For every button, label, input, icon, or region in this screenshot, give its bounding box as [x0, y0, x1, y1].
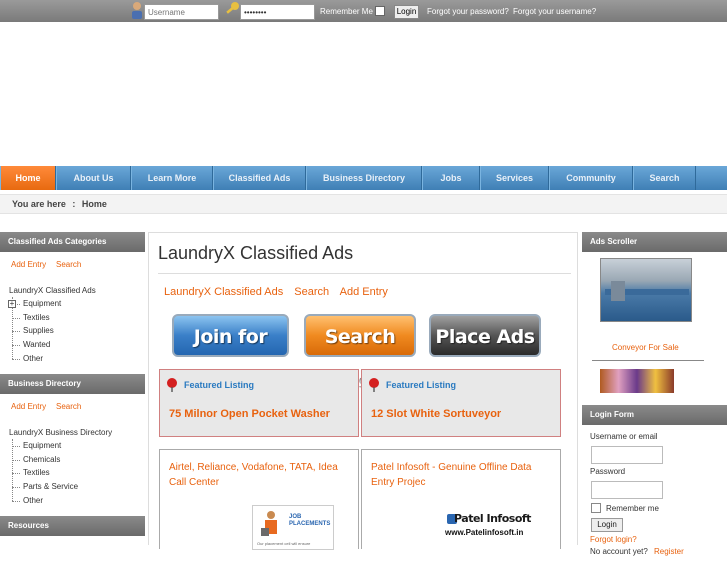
top-login-bar: Remember Me Login Forgot your password? …	[0, 0, 727, 22]
username-input[interactable]	[144, 4, 219, 20]
ad-logo-text: Patel Infosoft	[454, 512, 531, 525]
ad-logo-caption: Our placement cell will ensure	[257, 541, 311, 546]
page-title: LaundryX Classified Ads	[158, 243, 354, 263]
nav-services[interactable]: Services	[480, 166, 549, 190]
ad-card[interactable]: Airtel, Reliance, Vodafone, TATA, Idea C…	[159, 449, 359, 550]
main-links: LaundryX Classified Ads Search Add Entry	[164, 286, 396, 298]
business-directory-heading: Business Directory	[0, 374, 145, 394]
nav-home[interactable]: Home	[0, 166, 56, 190]
login-form-heading: Login Form	[582, 405, 727, 425]
expand-icon[interactable]: +	[8, 300, 16, 308]
forgot-username-link[interactable]: Forgot your username?	[513, 7, 596, 16]
tree-item-equipment[interactable]: + Equipment	[8, 297, 145, 311]
breadcrumb: You are here : Home	[0, 194, 727, 214]
register-link[interactable]: Register	[654, 547, 684, 556]
ad-card[interactable]: Patel Infosoft - Genuine Offline Data En…	[361, 449, 561, 549]
tree-item-wanted[interactable]: Wanted	[12, 338, 145, 352]
search-link[interactable]: Search	[294, 286, 329, 298]
scroller-caption[interactable]: Conveyor For Sale	[612, 343, 679, 352]
login-password-input[interactable]	[591, 481, 663, 499]
nav-search[interactable]: Search	[633, 166, 696, 190]
nav-classified-ads[interactable]: Classified Ads	[213, 166, 306, 190]
password-input[interactable]	[240, 4, 315, 20]
ads-scroller: Conveyor For Sale	[582, 252, 727, 393]
ad-title[interactable]: Patel Infosoft - Genuine Offline Data En…	[371, 460, 556, 490]
login-form: Username or email Password Remember me L…	[582, 425, 727, 575]
directory-add-entry-link[interactable]: Add Entry	[11, 402, 46, 411]
tree-item-textiles[interactable]: Textiles	[12, 311, 145, 325]
right-sidebar: Ads Scroller Conveyor For Sale Login For…	[582, 232, 727, 575]
featured-listing-card[interactable]: Featured Listing 12 Slot White Sortuveyo…	[361, 369, 561, 437]
directory-item-chemicals[interactable]: Chemicals	[12, 453, 145, 467]
password-label: Password	[590, 467, 626, 476]
tree-item-supplies[interactable]: Supplies	[12, 324, 145, 338]
main-nav: Home About Us Learn More Classified Ads …	[0, 166, 727, 190]
nav-jobs[interactable]: Jobs	[422, 166, 480, 190]
directory-tree: Equipment Chemicals Textiles Parts & Ser…	[0, 439, 145, 507]
scroller-divider	[592, 360, 704, 361]
sidebar-login-button[interactable]: Login	[591, 518, 623, 532]
login-button[interactable]: Login	[394, 5, 419, 19]
directory-item-other[interactable]: Other	[12, 494, 145, 508]
directory-item-textiles[interactable]: Textiles	[12, 466, 145, 480]
pushpin-icon	[369, 378, 379, 392]
directory-item-equipment[interactable]: Equipment	[12, 439, 145, 453]
worker-icon	[261, 511, 277, 536]
search-ads-button[interactable]: Search Ads	[304, 314, 416, 391]
forgot-login-link[interactable]: Forgot login?	[590, 535, 637, 544]
tree-item-other[interactable]: Other	[12, 352, 145, 366]
featured-title[interactable]: 75 Milnor Open Pocket Washer	[169, 408, 330, 420]
featured-listing-card[interactable]: Featured Listing 75 Milnor Open Pocket W…	[159, 369, 359, 437]
no-account-text: No account yet?	[590, 547, 648, 556]
add-entry-link[interactable]: Add Entry	[340, 286, 388, 298]
login-remember-checkbox[interactable]	[591, 503, 601, 513]
user-icon	[132, 2, 142, 19]
classified-add-entry-link[interactable]: Add Entry	[11, 260, 46, 269]
nav-business-directory[interactable]: Business Directory	[306, 166, 422, 190]
featured-listing-label: Featured Listing	[184, 380, 255, 390]
classified-tree-root[interactable]: LaundryX Classified Ads	[9, 286, 96, 295]
remember-me-checkbox[interactable]	[375, 6, 385, 16]
conveyor-image[interactable]	[600, 258, 692, 322]
breadcrumb-separator: :	[72, 199, 76, 209]
nav-about-us[interactable]: About Us	[56, 166, 131, 190]
join-for-free-button[interactable]: Join for Free	[172, 314, 289, 391]
breadcrumb-prefix: You are here	[12, 199, 66, 209]
remember-me-label: Remember Me	[320, 7, 373, 16]
nav-community[interactable]: Community	[549, 166, 633, 190]
ad-logo-url: www.Patelinfosoft.in	[445, 528, 524, 537]
left-sidebar: Classified Ads Categories Add Entry Sear…	[0, 232, 145, 536]
ad-logo-text: JOB PLACEMENTS	[289, 514, 331, 527]
login-remember-label: Remember me	[606, 504, 659, 513]
place-ads-button[interactable]: Place Ads	[429, 314, 541, 357]
directory-search-link[interactable]: Search	[56, 402, 81, 411]
textiles-image[interactable]	[600, 369, 674, 393]
username-label: Username or email	[590, 432, 658, 441]
featured-listing-label: Featured Listing	[386, 380, 457, 390]
directory-tree-root[interactable]: LaundryX Business Directory	[9, 428, 112, 437]
classified-ads-link[interactable]: LaundryX Classified Ads	[164, 286, 283, 298]
ads-scroller-heading: Ads Scroller	[582, 232, 727, 252]
forgot-password-link[interactable]: Forgot your password?	[427, 7, 509, 16]
ad-title[interactable]: Airtel, Reliance, Vodafone, TATA, Idea C…	[169, 460, 354, 490]
key-icon	[226, 2, 239, 14]
login-username-input[interactable]	[591, 446, 663, 464]
ad-image[interactable]: Patel Infosoft www.Patelinfosoft.in	[442, 510, 542, 550]
featured-title[interactable]: 12 Slot White Sortuveyor	[371, 408, 501, 420]
title-divider	[158, 273, 571, 274]
classified-search-link[interactable]: Search	[56, 260, 81, 269]
nav-learn-more[interactable]: Learn More	[131, 166, 213, 190]
ad-image[interactable]: JOB PLACEMENTS Our placement cell will e…	[252, 505, 334, 550]
directory-item-parts-service[interactable]: Parts & Service	[12, 480, 145, 494]
main-content: LaundryX Classified Ads LaundryX Classif…	[148, 232, 578, 550]
breadcrumb-current: Home	[81, 199, 107, 209]
classified-categories-heading: Classified Ads Categories	[0, 232, 145, 252]
resources-heading: Resources	[0, 516, 145, 536]
pushpin-icon	[167, 378, 177, 392]
classified-tree: + Equipment Textiles Supplies Wanted Othe…	[0, 297, 145, 365]
